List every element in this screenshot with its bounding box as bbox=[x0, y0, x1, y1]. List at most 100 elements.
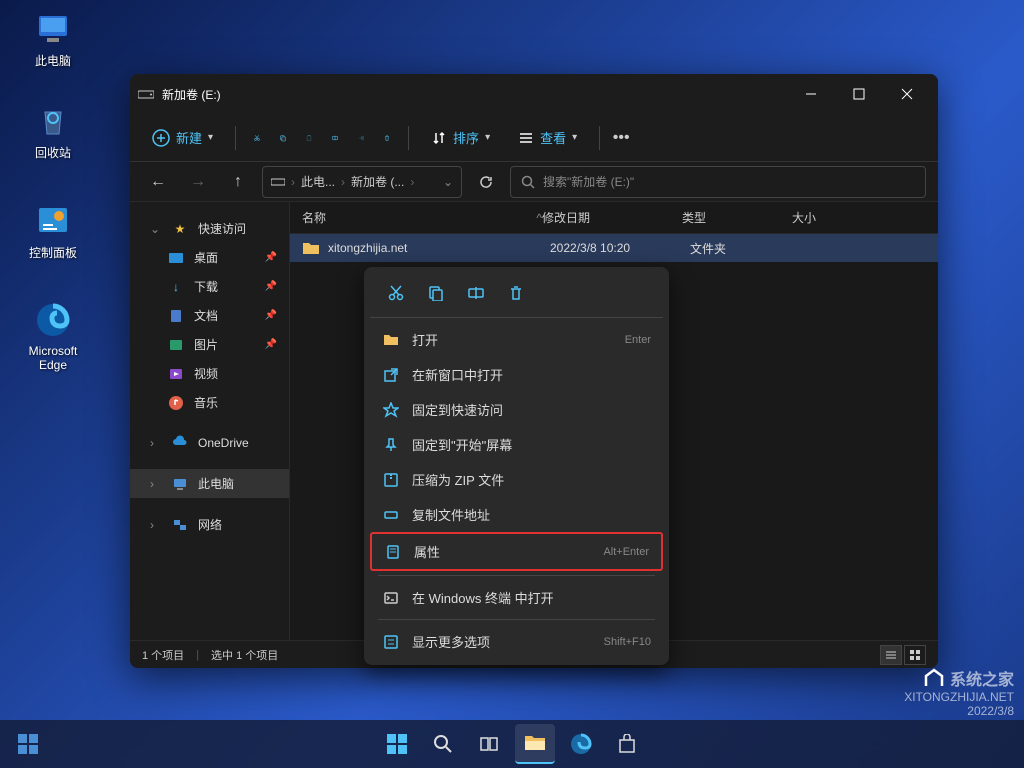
refresh-button[interactable] bbox=[470, 166, 502, 198]
sidebar-item-this-pc[interactable]: › 此电脑 bbox=[130, 469, 289, 498]
context-item-show-more[interactable]: 显示更多选项 Shift+F10 bbox=[370, 624, 663, 659]
edge-icon bbox=[33, 300, 73, 340]
context-item-pin-quick[interactable]: 固定到快速访问 bbox=[370, 392, 663, 427]
sidebar-item-label: 网络 bbox=[198, 516, 222, 533]
desktop-icon-control-panel[interactable]: 控制面板 bbox=[18, 200, 88, 261]
rename-button[interactable] bbox=[326, 129, 344, 147]
cut-button[interactable] bbox=[248, 129, 266, 147]
up-button[interactable]: ↑ bbox=[222, 166, 254, 198]
context-item-open[interactable]: 打开 Enter bbox=[370, 322, 663, 357]
paste-button[interactable] bbox=[300, 129, 318, 147]
chevron-right-icon: › bbox=[291, 175, 295, 189]
search-input[interactable]: 搜索"新加卷 (E:)" bbox=[510, 166, 926, 198]
chevron-down-icon[interactable]: ⌄ bbox=[443, 175, 453, 189]
sidebar-item-downloads[interactable]: ↓ 下载 📌 bbox=[130, 272, 289, 301]
sidebar: ⌄ ★ 快速访问 桌面 📌 ↓ 下载 📌 文档 📌 图片 bbox=[130, 202, 290, 640]
desktop-icon-label: 控制面板 bbox=[18, 244, 88, 261]
sidebar-item-videos[interactable]: 视频 bbox=[130, 359, 289, 388]
watermark: 系统之家 XITONGZHIJIA.NET 2022/3/8 bbox=[904, 666, 1014, 718]
column-type[interactable]: 类型 bbox=[682, 209, 792, 226]
sidebar-item-documents[interactable]: 文档 📌 bbox=[130, 301, 289, 330]
start-button[interactable] bbox=[377, 724, 417, 764]
shortcut: Alt+Enter bbox=[603, 546, 649, 558]
titlebar[interactable]: 新加卷 (E:) bbox=[130, 74, 938, 114]
chevron-down-icon: ⌄ bbox=[150, 222, 162, 236]
context-item-properties[interactable]: 属性 Alt+Enter bbox=[370, 532, 663, 571]
desktop-icon-edge[interactable]: Microsoft Edge bbox=[18, 300, 88, 372]
file-row[interactable]: xitongzhijia.net 2022/3/8 10:20 文件夹 bbox=[290, 234, 938, 262]
view-label: 查看 bbox=[540, 128, 566, 147]
column-date[interactable]: 修改日期 bbox=[542, 209, 682, 226]
sidebar-item-label: 此电脑 bbox=[198, 475, 234, 492]
maximize-button[interactable] bbox=[836, 78, 882, 110]
new-label: 新建 bbox=[176, 128, 202, 147]
copy-button[interactable] bbox=[274, 129, 292, 147]
computer-icon bbox=[33, 8, 73, 48]
file-explorer-button[interactable] bbox=[515, 724, 555, 764]
desktop-icon-this-pc[interactable]: 此电脑 bbox=[18, 8, 88, 69]
share-button[interactable] bbox=[352, 129, 370, 147]
taskbar bbox=[0, 720, 1024, 768]
breadcrumb[interactable]: › 此电... › 新加卷 (... › ⌄ bbox=[262, 166, 462, 198]
separator bbox=[378, 575, 655, 576]
sort-button[interactable]: 排序 ▾ bbox=[421, 122, 500, 153]
recycle-icon bbox=[33, 100, 73, 140]
widgets-button[interactable] bbox=[8, 724, 48, 764]
icons-view-button[interactable] bbox=[904, 645, 926, 665]
view-button[interactable]: 查看 ▾ bbox=[508, 122, 587, 153]
properties-icon bbox=[384, 543, 402, 561]
sidebar-item-quick-access[interactable]: ⌄ ★ 快速访问 bbox=[130, 214, 289, 243]
desktop-icon-recycle-bin[interactable]: 回收站 bbox=[18, 100, 88, 161]
column-size[interactable]: 大小 bbox=[792, 209, 926, 226]
delete-button[interactable] bbox=[378, 129, 396, 147]
cut-button[interactable] bbox=[378, 277, 414, 309]
context-item-terminal[interactable]: 在 Windows 终端 中打开 bbox=[370, 580, 663, 615]
sidebar-item-label: 图片 bbox=[194, 336, 218, 353]
desktop-icon-label: Microsoft Edge bbox=[18, 344, 88, 372]
minimize-button[interactable] bbox=[788, 78, 834, 110]
context-item-copy-path[interactable]: 复制文件地址 bbox=[370, 497, 663, 532]
rename-button[interactable] bbox=[458, 277, 494, 309]
sidebar-item-desktop[interactable]: 桌面 📌 bbox=[130, 243, 289, 272]
sidebar-item-label: 文档 bbox=[194, 307, 218, 324]
folder-icon bbox=[302, 241, 320, 255]
close-button[interactable] bbox=[884, 78, 930, 110]
sidebar-item-pictures[interactable]: 图片 📌 bbox=[130, 330, 289, 359]
details-view-button[interactable] bbox=[880, 645, 902, 665]
drive-icon bbox=[271, 177, 285, 187]
context-item-label: 压缩为 ZIP 文件 bbox=[412, 470, 651, 489]
star-icon: ★ bbox=[172, 221, 188, 237]
new-button[interactable]: 新建 ▾ bbox=[142, 122, 223, 153]
breadcrumb-item[interactable]: 新加卷 (... bbox=[351, 173, 404, 190]
pin-icon: 📌 bbox=[265, 252, 277, 263]
sidebar-item-onedrive[interactable]: › OneDrive bbox=[130, 429, 289, 457]
task-view-button[interactable] bbox=[469, 724, 509, 764]
context-item-compress[interactable]: 压缩为 ZIP 文件 bbox=[370, 462, 663, 497]
context-item-label: 属性 bbox=[414, 542, 591, 561]
chevron-down-icon: ▾ bbox=[485, 132, 490, 143]
view-toggle bbox=[880, 645, 926, 665]
store-button[interactable] bbox=[607, 724, 647, 764]
sidebar-item-music[interactable]: 音乐 bbox=[130, 388, 289, 417]
sidebar-item-network[interactable]: › 网络 bbox=[130, 510, 289, 539]
delete-button[interactable] bbox=[498, 277, 534, 309]
back-button[interactable]: ← bbox=[142, 166, 174, 198]
copy-button[interactable] bbox=[418, 277, 454, 309]
breadcrumb-item[interactable]: 此电... bbox=[301, 173, 335, 190]
context-item-open-new-window[interactable]: 在新窗口中打开 bbox=[370, 357, 663, 392]
picture-icon bbox=[168, 337, 184, 353]
column-name[interactable]: 名称^ bbox=[302, 209, 542, 226]
search-button[interactable] bbox=[423, 724, 463, 764]
forward-button[interactable]: → bbox=[182, 166, 214, 198]
sidebar-item-label: OneDrive bbox=[198, 436, 249, 450]
edge-button[interactable] bbox=[561, 724, 601, 764]
search-placeholder: 搜索"新加卷 (E:)" bbox=[543, 173, 634, 190]
context-item-pin-start[interactable]: 固定到"开始"屏幕 bbox=[370, 427, 663, 462]
plus-circle-icon bbox=[152, 129, 170, 147]
file-date: 2022/3/8 10:20 bbox=[550, 241, 690, 255]
more-button[interactable]: ••• bbox=[612, 129, 630, 147]
chevron-right-icon: › bbox=[341, 175, 345, 189]
item-count: 1 个项目 bbox=[142, 647, 184, 663]
shortcut: Shift+F10 bbox=[604, 636, 651, 648]
sidebar-item-label: 桌面 bbox=[194, 249, 218, 266]
